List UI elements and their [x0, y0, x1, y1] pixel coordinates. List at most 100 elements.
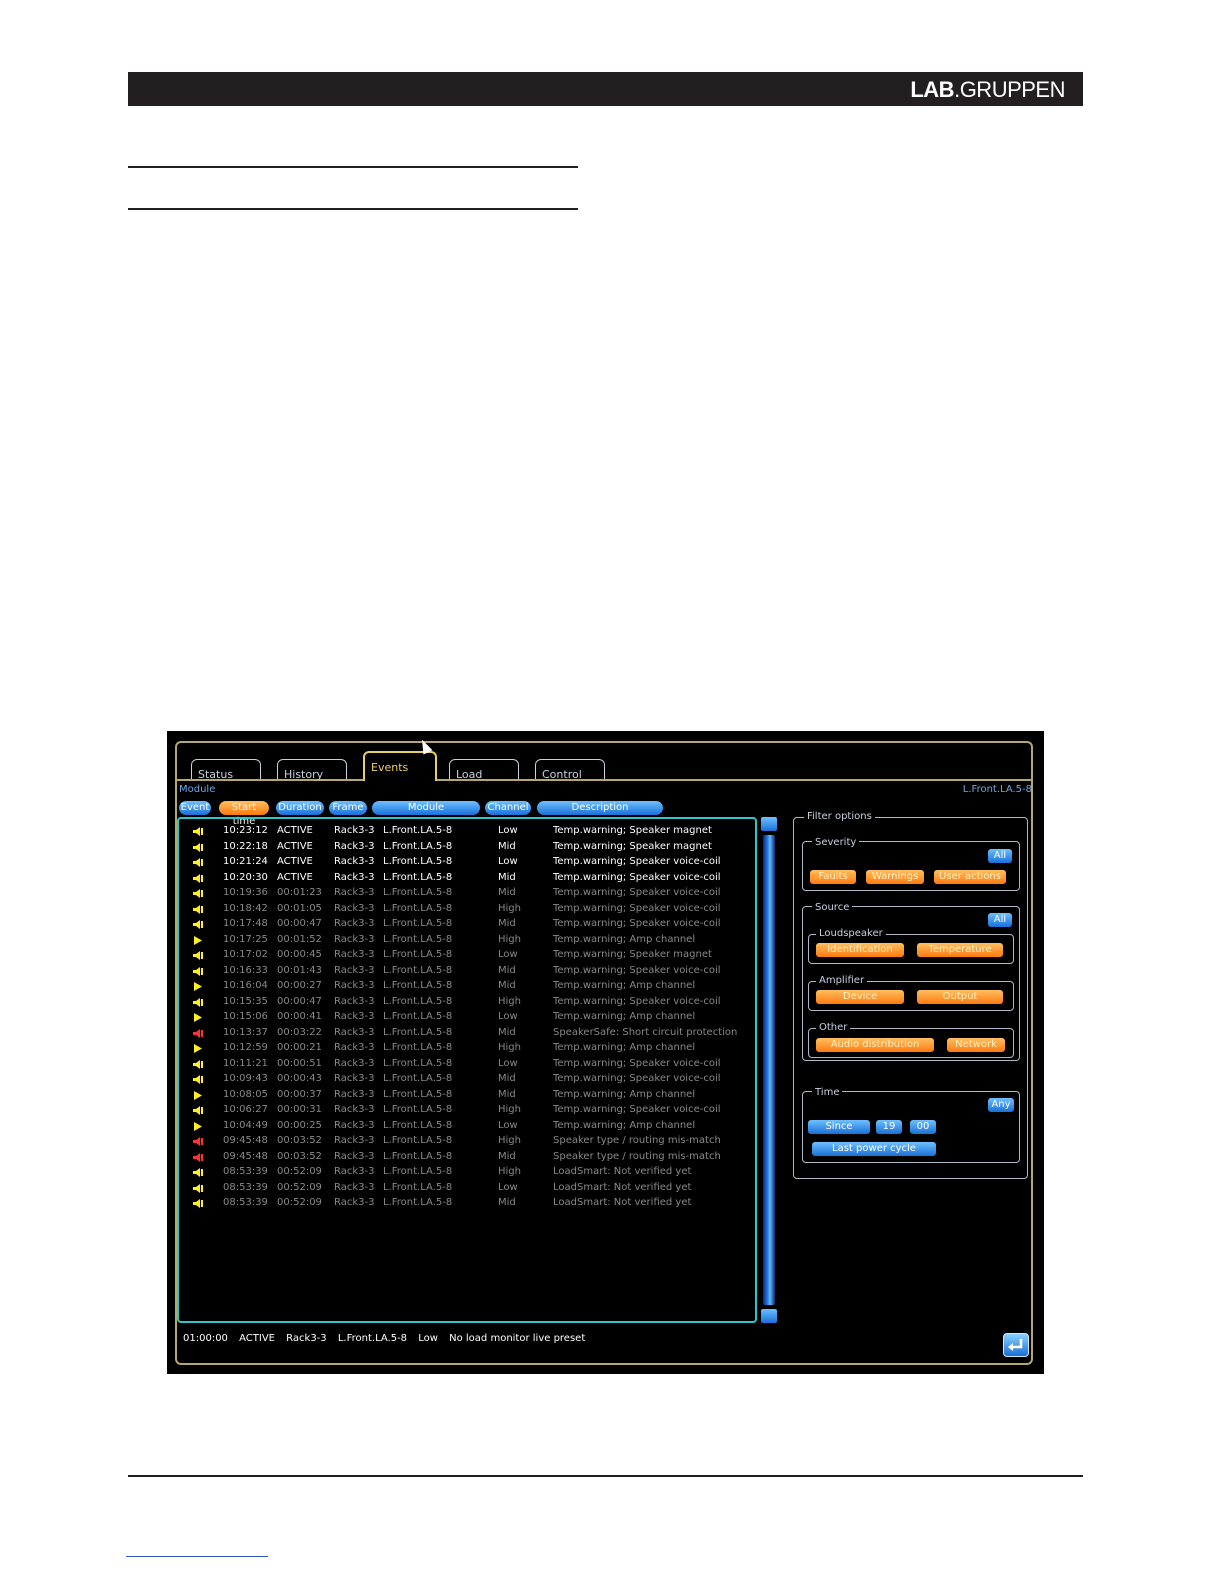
- time-any-button[interactable]: Any: [988, 1098, 1014, 1112]
- row-start-time: 10:13:37: [223, 1026, 268, 1038]
- table-row[interactable]: 10:15:06 00:00:41 Rack3-3 L.Front.LA.5-8 Low…: [179, 1009, 753, 1024]
- row-channel: High: [498, 902, 521, 914]
- temperature-button[interactable]: Temperature: [917, 943, 1003, 957]
- row-channel: Mid: [498, 918, 516, 929]
- table-row[interactable]: 10:06:27 00:00:31 Rack3-3 L.Front.LA.5-8 Hig…: [179, 1102, 753, 1117]
- table-row[interactable]: 09:45:48 00:03:52 Rack3-3 L.Front.LA.5-8 Hig…: [179, 1133, 753, 1148]
- row-start-time: 10:04:49: [223, 1119, 268, 1131]
- column-frame[interactable]: Frame: [329, 801, 367, 815]
- row-description: Temp.warning; Amp channel: [553, 1088, 696, 1100]
- table-row[interactable]: 10:09:43 00:00:43 Rack3-3 L.Front.LA.5-8 Mid…: [179, 1071, 753, 1086]
- row-module: L.Front.LA.5-8: [383, 902, 453, 914]
- column-duration[interactable]: Duration: [276, 801, 324, 815]
- table-row[interactable]: 10:04:49 00:00:25 Rack3-3 L.Front.LA.5-8 Low…: [179, 1118, 753, 1133]
- tab-history[interactable]: History: [277, 759, 347, 781]
- table-row[interactable]: 10:18:42 00:01:05 Rack3-3 L.Front.LA.5-8 Hig…: [179, 901, 753, 916]
- row-description: Temp.warning; Speaker voice-coil: [553, 995, 721, 1007]
- since-hour-field[interactable]: 19: [876, 1120, 902, 1134]
- speaker-icon: [193, 1105, 203, 1115]
- speaker-icon: [193, 1198, 203, 1208]
- row-start-time: 09:45:48: [223, 1135, 268, 1146]
- severity-all-button[interactable]: All: [988, 849, 1012, 863]
- table-row[interactable]: 10:20:30 ACTIVE Rack3-3 L.Front.LA.5-8 Mid Te…: [179, 870, 753, 885]
- row-start-time: 10:22:18: [223, 840, 268, 852]
- row-start-time: 08:53:39: [223, 1197, 268, 1208]
- table-row[interactable]: 10:08:05 00:00:37 Rack3-3 L.Front.LA.5-8 Mid…: [179, 1087, 753, 1102]
- table-row[interactable]: 10:13:37 00:03:22 Rack3-3 L.Front.LA.5-8 Mid…: [179, 1025, 753, 1040]
- event-list[interactable]: 10:23:12 ACTIVE Rack3-3 L.Front.LA.5-8 Low Te…: [177, 817, 757, 1323]
- column-event[interactable]: Event: [179, 801, 211, 815]
- back-button[interactable]: [1003, 1333, 1029, 1357]
- table-row[interactable]: 09:45:48 00:03:52 Rack3-3 L.Front.LA.5-8 Mid…: [179, 1149, 753, 1164]
- scroll-track[interactable]: [763, 835, 775, 1305]
- tab-status[interactable]: Status: [191, 759, 261, 781]
- column-module[interactable]: Module: [372, 801, 480, 815]
- table-row[interactable]: 10:17:25 00:01:52 Rack3-3 L.Front.LA.5-8 Hig…: [179, 932, 753, 947]
- table-row[interactable]: 08:53:39 00:52:09 Rack3-3 L.Front.LA.5-8 Mid…: [179, 1195, 753, 1210]
- page-header-bar: LAB.GRUPPEN: [128, 72, 1083, 106]
- tab-control[interactable]: Control: [535, 759, 605, 781]
- table-row[interactable]: 10:21:24 ACTIVE Rack3-3 L.Front.LA.5-8 Low Te…: [179, 854, 753, 869]
- row-module: L.Front.LA.5-8: [383, 1197, 453, 1208]
- table-row[interactable]: 10:17:02 00:00:45 Rack3-3 L.Front.LA.5-8 Low…: [179, 947, 753, 962]
- tab-load[interactable]: Load: [449, 759, 519, 781]
- row-channel: Low: [498, 1011, 518, 1022]
- table-row[interactable]: 10:19:36 00:01:23 Rack3-3 L.Front.LA.5-8 Mid…: [179, 885, 753, 900]
- row-frame: Rack3-3: [334, 1057, 375, 1069]
- row-channel: Mid: [498, 871, 516, 883]
- user-actions-button[interactable]: User actions: [934, 870, 1006, 884]
- row-description: Temp.warning; Speaker voice-coil: [553, 1057, 721, 1069]
- last-power-cycle-button[interactable]: Last power cycle: [812, 1142, 936, 1156]
- row-channel: High: [498, 933, 521, 945]
- footer-link[interactable]: [126, 1556, 268, 1557]
- table-row[interactable]: 10:12:59 00:00:21 Rack3-3 L.Front.LA.5-8 Hig…: [179, 1040, 753, 1055]
- network-button[interactable]: Network: [947, 1038, 1005, 1052]
- column-start-time[interactable]: Start time: [219, 801, 269, 827]
- faults-button[interactable]: Faults: [810, 870, 856, 884]
- row-module: L.Front.LA.5-8: [383, 1119, 453, 1131]
- event-list-scrollbar[interactable]: [761, 817, 777, 1323]
- row-start-time: 10:08:05: [223, 1088, 268, 1100]
- row-description: Temp.warning; Amp channel: [553, 1119, 696, 1131]
- row-module: L.Front.LA.5-8: [383, 1150, 453, 1162]
- status-frame: Rack3-3: [286, 1333, 327, 1344]
- row-channel: Mid: [498, 840, 516, 852]
- table-row[interactable]: 10:16:33 00:01:43 Rack3-3 L.Front.LA.5-8 Mid…: [179, 963, 753, 978]
- row-description: LoadSmart: Not verified yet: [553, 1197, 692, 1208]
- column-channel[interactable]: Channel: [485, 801, 531, 815]
- identification-button[interactable]: Identification: [816, 943, 904, 957]
- status-channel: Low: [418, 1333, 438, 1344]
- scroll-down-button[interactable]: [761, 1309, 777, 1323]
- device-button[interactable]: Device: [816, 990, 904, 1004]
- table-row[interactable]: 10:15:35 00:00:47 Rack3-3 L.Front.LA.5-8 Hig…: [179, 994, 753, 1009]
- row-module: L.Front.LA.5-8: [383, 1011, 453, 1022]
- row-description: Temp.warning; Speaker voice-coil: [553, 918, 721, 929]
- table-row[interactable]: 08:53:39 00:52:09 Rack3-3 L.Front.LA.5-8 Low…: [179, 1180, 753, 1195]
- since-minute-field[interactable]: 00: [910, 1120, 936, 1134]
- scroll-up-button[interactable]: [761, 817, 777, 831]
- table-row[interactable]: 10:23:12 ACTIVE Rack3-3 L.Front.LA.5-8 Low Te…: [179, 823, 753, 838]
- row-start-time: 10:15:06: [223, 1011, 268, 1022]
- tab-events[interactable]: Events: [363, 751, 437, 781]
- row-duration: ACTIVE: [277, 840, 313, 852]
- row-frame: Rack3-3: [334, 1011, 375, 1022]
- source-all-button[interactable]: All: [988, 913, 1012, 927]
- audio-distribution-button[interactable]: Audio distribution: [816, 1038, 934, 1052]
- row-duration: 00:00:51: [277, 1057, 322, 1069]
- table-row[interactable]: 10:22:18 ACTIVE Rack3-3 L.Front.LA.5-8 Mid Te…: [179, 839, 753, 854]
- table-row[interactable]: 10:11:21 00:00:51 Rack3-3 L.Front.LA.5-8 Low…: [179, 1056, 753, 1071]
- severity-label: Severity: [812, 837, 860, 848]
- table-row[interactable]: 10:17:48 00:00:47 Rack3-3 L.Front.LA.5-8 Mid…: [179, 916, 753, 931]
- column-description[interactable]: Description: [537, 801, 663, 815]
- row-module: L.Front.LA.5-8: [383, 871, 453, 883]
- row-channel: High: [498, 1166, 521, 1177]
- row-module: L.Front.LA.5-8: [383, 1057, 453, 1069]
- table-row[interactable]: 10:16:04 00:00:27 Rack3-3 L.Front.LA.5-8 Mid…: [179, 978, 753, 993]
- table-row[interactable]: 08:53:39 00:52:09 Rack3-3 L.Front.LA.5-8 Hig…: [179, 1164, 753, 1179]
- since-button[interactable]: Since: [808, 1120, 870, 1134]
- row-description: Temp.warning; Amp channel: [553, 980, 696, 991]
- row-description: LoadSmart: Not verified yet: [553, 1181, 692, 1193]
- output-button[interactable]: Output: [917, 990, 1003, 1004]
- row-module: L.Front.LA.5-8: [383, 933, 453, 945]
- warnings-button[interactable]: Warnings: [866, 870, 924, 884]
